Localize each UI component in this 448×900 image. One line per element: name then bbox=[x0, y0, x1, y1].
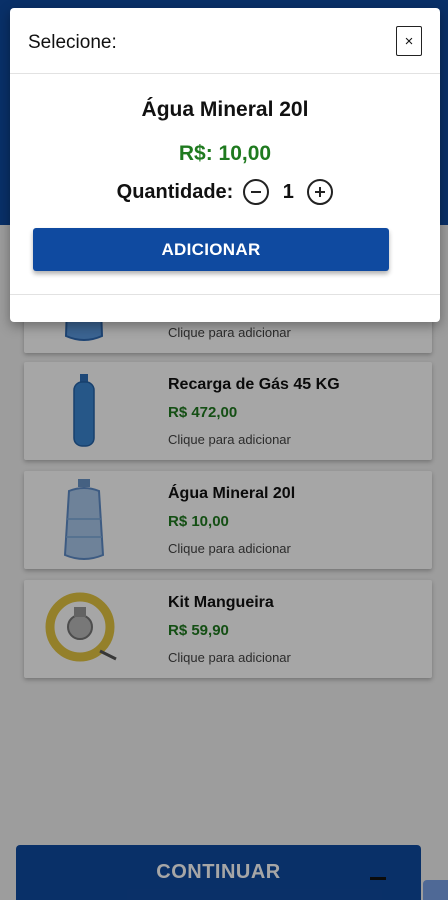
add-button[interactable]: ADICIONAR bbox=[33, 228, 389, 271]
quantity-stepper: Quantidade: 1 bbox=[10, 179, 440, 205]
modal-header: Selecione: × bbox=[10, 8, 440, 74]
modal-title: Selecione: bbox=[28, 32, 117, 53]
modal-product-name: Água Mineral 20l bbox=[141, 98, 309, 121]
minus-icon bbox=[251, 191, 262, 193]
close-button[interactable]: × bbox=[396, 26, 422, 56]
modal-footer-divider bbox=[10, 294, 440, 295]
increase-quantity-button[interactable] bbox=[307, 179, 334, 205]
modal-price: R$: 10,00 bbox=[178, 142, 272, 165]
add-product-modal: Selecione: × Água Mineral 20l R$: 10,00 … bbox=[10, 8, 440, 322]
quantity-value: 1 bbox=[282, 180, 294, 203]
quantity-label: Quantidade: bbox=[116, 180, 234, 203]
decrease-quantity-button[interactable] bbox=[243, 179, 270, 205]
plus-icon bbox=[315, 187, 326, 197]
close-icon: × bbox=[404, 32, 414, 50]
